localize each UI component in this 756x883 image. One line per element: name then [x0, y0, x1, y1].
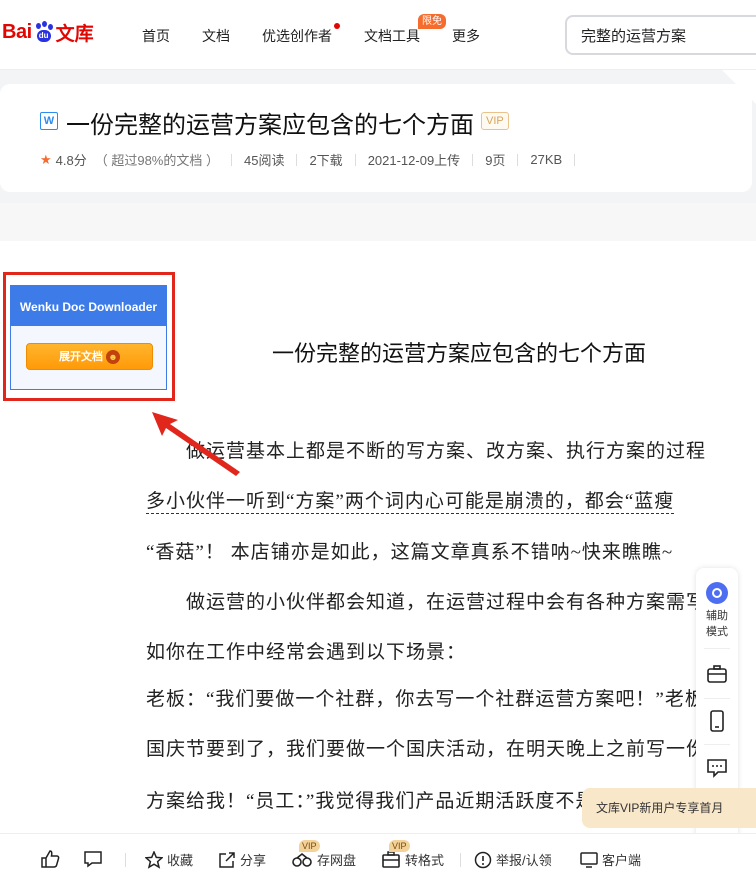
- word-doc-icon: W: [40, 112, 58, 130]
- alert-circle-icon: [474, 851, 492, 868]
- vip-promo-banner[interactable]: 文库VIP新用户专享首月: [582, 788, 756, 828]
- comment-icon: [84, 851, 102, 868]
- netdisk-icon: [292, 852, 312, 867]
- downloader-title: Wenku Doc Downloader: [11, 286, 166, 326]
- doc-line: 多小伙伴一听到“方案”两个词内心可能是崩溃的，都会“蓝瘦: [146, 486, 675, 514]
- top-header: Bai du 文库 首页 文档 优选创作者 文档工具 限免 更多: [0, 0, 756, 70]
- document-heading: 一份完整的运营方案应包含的七个方面: [272, 341, 647, 366]
- file-size: 27KB: [530, 152, 563, 167]
- vip-tag: VIP: [299, 840, 320, 852]
- nav-item-docs[interactable]: 文档: [202, 26, 230, 46]
- devil-emoji-icon: ☻: [106, 350, 120, 365]
- briefcase-icon: [707, 665, 727, 683]
- toolbar-strip: [0, 203, 756, 241]
- logo-wenku: 文库: [55, 23, 94, 45]
- doc-line: 方案给我！“员工：”我觉得我们产品近期活跃度不是很高: [146, 791, 636, 812]
- logo-bai: Bai: [2, 20, 32, 43]
- bottom-action-bar: 收藏 分享 VIP 存网盘 VIP 转格式 举报/认领 客户端: [0, 833, 756, 883]
- like-button[interactable]: [40, 850, 64, 868]
- main-nav: 首页 文档 优选创作者 文档工具 限免 更多: [142, 14, 512, 46]
- rating-note: （ 超过98%的文档 ）: [94, 153, 219, 168]
- read-count: 45阅读: [243, 153, 285, 168]
- star-icon: ★: [40, 151, 52, 167]
- notification-dot: [334, 23, 340, 29]
- mobile-button[interactable]: [696, 710, 738, 735]
- collect-button[interactable]: 收藏: [145, 850, 193, 869]
- annotation-arrow-icon: [152, 412, 240, 476]
- doc-line: 如你在工作中经常会遇到以下场景：: [146, 642, 467, 663]
- upload-date: 2021-12-09上传: [367, 153, 461, 168]
- phone-icon: [710, 710, 724, 732]
- convert-format-button[interactable]: VIP 转格式: [381, 840, 444, 869]
- client-button[interactable]: 客户端: [580, 850, 641, 869]
- feedback-button[interactable]: [696, 758, 738, 781]
- share-button[interactable]: 分享: [218, 850, 266, 869]
- paw-icon: du: [33, 21, 55, 43]
- doc-meta: ★ 4.8分 （ 超过98%的文档 ） 45阅读 2下载 2021-12-09上…: [40, 150, 587, 169]
- star-outline-icon: [145, 850, 163, 869]
- search-input[interactable]: [565, 15, 756, 55]
- baidu-wenku-logo[interactable]: Bai du 文库: [2, 12, 94, 52]
- doc-line: 国庆节要到了，我们要做一个国庆活动，在明天晚上之前写一份: [146, 739, 707, 760]
- doc-line: 做运营的小伙伴都会知道，在运营过程中会有各种方案需写: [146, 592, 707, 613]
- assist-mode-button[interactable]: 辅助 模式: [696, 582, 738, 639]
- page-count: 9页: [485, 153, 506, 168]
- save-to-netdisk-button[interactable]: VIP 存网盘: [291, 840, 356, 869]
- rating: 4.8分: [55, 153, 87, 168]
- doc-line: “香菇”！ 本店铺亦是如此，这篇文章真系不错呐~快来瞧瞧~: [146, 542, 674, 563]
- nav-item-more[interactable]: 更多: [452, 26, 480, 46]
- monitor-icon: [580, 851, 598, 868]
- free-tag: 限免: [418, 14, 446, 29]
- share-icon: [219, 851, 235, 868]
- doc-title: 一份完整的运营方案应包含的七个方面: [66, 112, 474, 139]
- assist-icon: [706, 582, 728, 604]
- chat-icon: [707, 759, 727, 778]
- wenku-downloader-panel: Wenku Doc Downloader 展开文档 ☻: [10, 285, 167, 390]
- download-count: 2下载: [309, 153, 343, 168]
- nav-item-creators[interactable]: 优选创作者: [262, 23, 340, 46]
- vip-badge: VIP: [481, 112, 509, 130]
- nav-item-tools[interactable]: 文档工具 限免: [364, 14, 446, 46]
- toolbox-button[interactable]: [696, 664, 738, 687]
- nav-item-home[interactable]: 首页: [142, 26, 170, 46]
- thumbs-up-icon: [41, 850, 60, 868]
- doc-info-card: W 一份完整的运营方案应包含的七个方面 VIP ★ 4.8分 （ 超过98%的文…: [0, 84, 752, 192]
- report-button[interactable]: 举报/认领: [474, 850, 552, 869]
- expand-document-button[interactable]: 展开文档 ☻: [26, 343, 153, 370]
- vip-tag: VIP: [389, 840, 410, 852]
- comment-button[interactable]: [83, 850, 107, 868]
- doc-line: 老板：“我们要做一个社群，你去写一个社群运营方案吧！”老板: [146, 689, 705, 710]
- convert-icon: [382, 850, 400, 868]
